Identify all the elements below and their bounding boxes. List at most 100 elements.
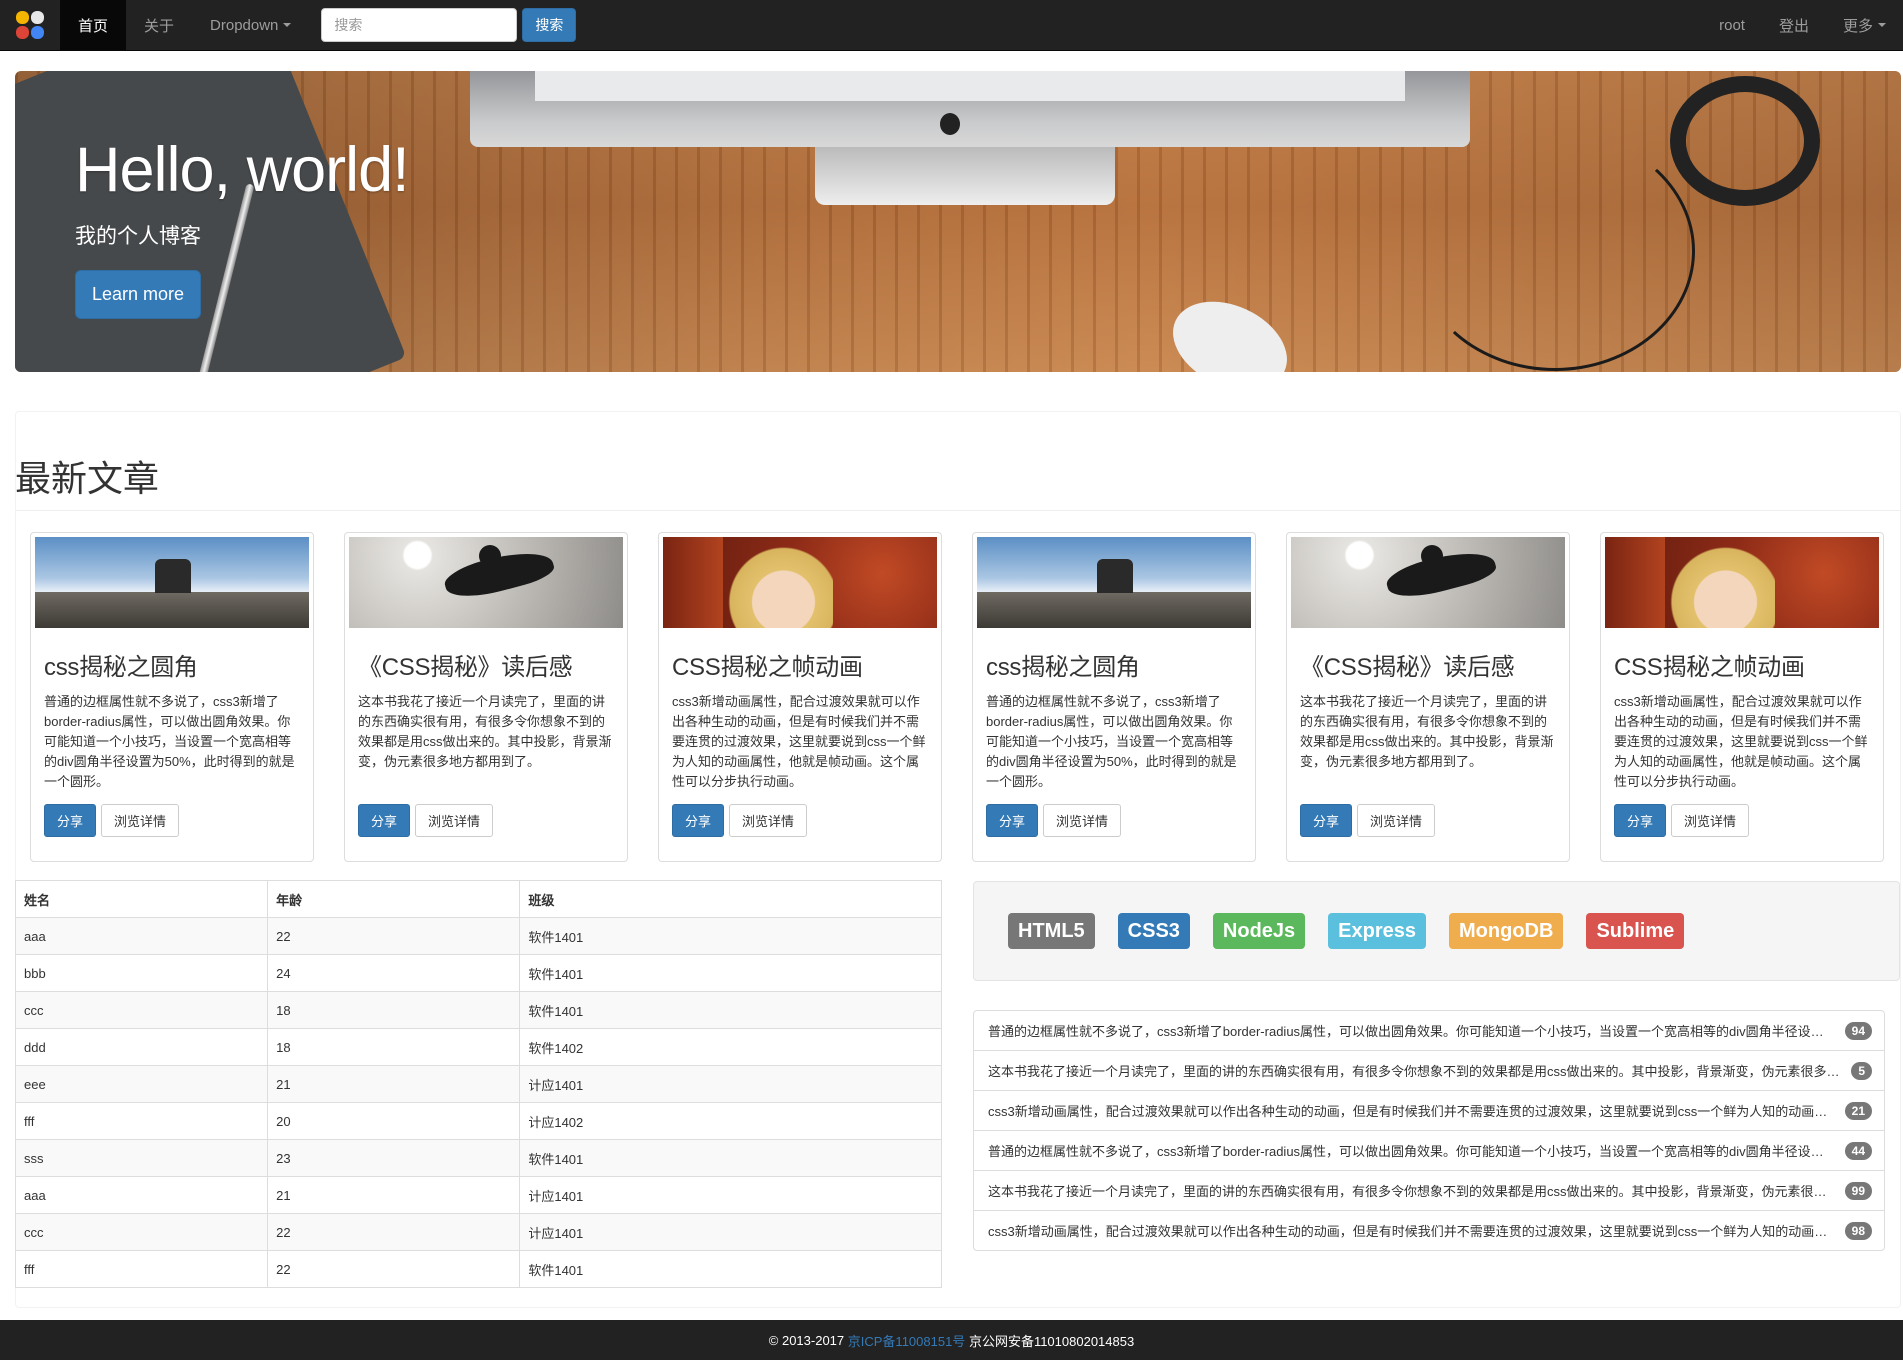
table-cell: fff bbox=[14, 1250, 269, 1288]
list-item[interactable]: 普通的边框属性就不多说了，css3新增了border-radius属性，可以做出… bbox=[973, 1130, 1885, 1171]
details-button[interactable]: 浏览详情 bbox=[1357, 804, 1436, 838]
table-row: sss 23 软件1401 bbox=[14, 1139, 942, 1177]
tag-label[interactable]: Sublime bbox=[1586, 913, 1685, 949]
nav-item-logout[interactable]: 登出 bbox=[1762, 0, 1826, 51]
article-card: 《CSS揭秘》读后感 这本书我花了接近一个月读完了，里面的讲的东西确实很有用，有… bbox=[344, 532, 628, 862]
details-button[interactable]: 浏览详情 bbox=[415, 804, 494, 838]
table-cell: 软件1402 bbox=[519, 1028, 942, 1066]
table-row: aaa 21 计应1401 bbox=[14, 1176, 942, 1214]
tag-label[interactable]: MongoDB bbox=[1449, 913, 1564, 949]
table-row: ccc 18 软件1401 bbox=[14, 991, 942, 1029]
article-card: CSS揭秘之帧动画 css3新增动画属性，配合过渡效果就可以作出各种生动的动画，… bbox=[1600, 532, 1884, 862]
nav-item-more[interactable]: 更多 bbox=[1826, 0, 1903, 51]
table-cell: 计应1401 bbox=[519, 1065, 942, 1103]
share-button[interactable]: 分享 bbox=[672, 804, 725, 838]
share-button[interactable]: 分享 bbox=[44, 804, 97, 838]
table-cell: ddd bbox=[14, 1028, 269, 1066]
search-button[interactable]: 搜索 bbox=[522, 8, 577, 42]
hero-title: Hello, world! bbox=[75, 135, 410, 205]
details-button[interactable]: 浏览详情 bbox=[1043, 804, 1122, 838]
share-button[interactable]: 分享 bbox=[358, 804, 411, 838]
table-row: aaa 22 软件1401 bbox=[14, 917, 942, 955]
icp-link[interactable]: 京ICP备11008151号 bbox=[848, 1331, 966, 1350]
share-button[interactable]: 分享 bbox=[1300, 804, 1353, 838]
article-list: 普通的边框属性就不多说了，css3新增了border-radius属性，可以做出… bbox=[973, 1010, 1885, 1251]
card-text: 普通的边框属性就不多说了，css3新增了border-radius属性，可以做出… bbox=[986, 694, 1237, 790]
table-row: fff 20 计应1402 bbox=[14, 1102, 942, 1140]
table-header-row: 姓名 年龄 班级 bbox=[14, 880, 942, 918]
table-cell: 计应1401 bbox=[519, 1213, 942, 1251]
footer: © 2013-2017 京ICP备11008151号 京公网安备11010802… bbox=[0, 1320, 1903, 1360]
table-cell: 软件1401 bbox=[519, 991, 942, 1029]
table-cell: 软件1401 bbox=[519, 917, 942, 955]
card-title: 《CSS揭秘》读后感 bbox=[1300, 654, 1515, 681]
search-form: 搜索 bbox=[321, 8, 577, 42]
tag-label[interactable]: CSS3 bbox=[1117, 913, 1190, 949]
table-cell: 22 bbox=[267, 1213, 521, 1251]
column-header-class: 班级 bbox=[519, 880, 942, 918]
nav-item-about[interactable]: 关于 bbox=[126, 0, 192, 51]
nav-right: root 登出 更多 bbox=[1702, 0, 1903, 51]
list-item-text: 这本书我花了接近一个月读完了，里面的讲的东西确实很有用，有很多令你想象不到的效果… bbox=[988, 1184, 1835, 1199]
learn-more-button[interactable]: Learn more bbox=[75, 270, 202, 319]
card-text: css3新增动画属性，配合过渡效果就可以作出各种生动的动画，但是有时候我们并不需… bbox=[1614, 694, 1868, 790]
table-cell: aaa bbox=[14, 917, 269, 955]
table-cell: 计应1402 bbox=[519, 1102, 942, 1140]
count-badge: 44 bbox=[1844, 1141, 1872, 1160]
list-item[interactable]: css3新增动画属性，配合过渡效果就可以作出各种生动的动画，但是有时候我们并不需… bbox=[973, 1210, 1885, 1251]
top-navbar: 首页 关于 Dropdown 搜索 root 登出 更多 bbox=[0, 0, 1903, 51]
dropdown-label: Dropdown bbox=[210, 16, 279, 34]
list-item[interactable]: 普通的边框属性就不多说了，css3新增了border-radius属性，可以做出… bbox=[973, 1010, 1885, 1051]
details-button[interactable]: 浏览详情 bbox=[1671, 804, 1750, 838]
card-text: css3新增动画属性，配合过渡效果就可以作出各种生动的动画，但是有时候我们并不需… bbox=[672, 694, 926, 790]
article-image bbox=[35, 537, 309, 628]
nav-item-user[interactable]: root bbox=[1702, 0, 1762, 51]
article-card: css揭秘之圆角 普通的边框属性就不多说了，css3新增了border-radi… bbox=[30, 532, 314, 862]
table-cell: ccc bbox=[14, 991, 269, 1029]
list-item[interactable]: css3新增动画属性，配合过渡效果就可以作出各种生动的动画，但是有时候我们并不需… bbox=[973, 1090, 1885, 1131]
more-label: 更多 bbox=[1842, 17, 1873, 35]
card-title: css揭秘之圆角 bbox=[44, 654, 198, 681]
details-button[interactable]: 浏览详情 bbox=[729, 804, 808, 838]
card-actions: 分享 浏览详情 bbox=[44, 804, 300, 838]
hero-subtitle: 我的个人博客 bbox=[75, 225, 201, 248]
card-title: CSS揭秘之帧动画 bbox=[1614, 654, 1805, 681]
table-cell: eee bbox=[14, 1065, 269, 1103]
table-cell: 18 bbox=[267, 991, 521, 1029]
search-input[interactable] bbox=[321, 8, 518, 42]
article-image bbox=[1291, 537, 1565, 628]
table-cell: 22 bbox=[267, 917, 521, 955]
tag-label[interactable]: NodeJs bbox=[1212, 913, 1306, 949]
card-actions: 分享 浏览详情 bbox=[1614, 804, 1870, 838]
card-title: CSS揭秘之帧动画 bbox=[672, 654, 863, 681]
table-row: fff 22 软件1401 bbox=[14, 1250, 942, 1288]
tag-label[interactable]: HTML5 bbox=[1008, 913, 1095, 949]
share-button[interactable]: 分享 bbox=[1614, 804, 1667, 838]
divider bbox=[15, 510, 1901, 511]
hero-banner: Hello, world! 我的个人博客 Learn more bbox=[15, 71, 1901, 372]
table-cell: 24 bbox=[267, 954, 521, 992]
table-cell: 软件1401 bbox=[519, 1139, 942, 1177]
mouse-graphic bbox=[1158, 284, 1302, 372]
police-record-text: 京公网安备11010802014853 bbox=[968, 1333, 1135, 1349]
tag-label[interactable]: Express bbox=[1328, 913, 1427, 949]
student-table: 姓名 年龄 班级 aaa 22 软件1401 bbb 24 软件1401 ccc 18 软件… bbox=[14, 880, 942, 1288]
table-cell: ccc bbox=[14, 1213, 269, 1251]
card-caption: CSS揭秘之帧动画 css3新增动画属性，配合过渡效果就可以作出各种生动的动画，… bbox=[663, 628, 937, 846]
table-cell: 计应1401 bbox=[519, 1176, 942, 1214]
monitor-stand-graphic bbox=[815, 147, 1115, 205]
share-button[interactable]: 分享 bbox=[986, 804, 1039, 838]
card-title: css揭秘之圆角 bbox=[986, 654, 1140, 681]
brand-logo-link[interactable] bbox=[0, 0, 60, 51]
cable-graphic bbox=[1415, 131, 1695, 371]
table-row: ddd 18 软件1402 bbox=[14, 1028, 942, 1066]
details-button[interactable]: 浏览详情 bbox=[101, 804, 180, 838]
list-item[interactable]: 这本书我花了接近一个月读完了，里面的讲的东西确实很有用，有很多令你想象不到的效果… bbox=[973, 1170, 1885, 1211]
caret-down-icon bbox=[1878, 23, 1886, 27]
count-badge: 94 bbox=[1844, 1021, 1872, 1040]
card-text: 这本书我花了接近一个月读完了，里面的讲的东西确实很有用，有很多令你想象不到的效果… bbox=[358, 694, 612, 770]
table-cell: 21 bbox=[267, 1176, 521, 1214]
list-item[interactable]: 这本书我花了接近一个月读完了，里面的讲的东西确实很有用，有很多令你想象不到的效果… bbox=[973, 1050, 1885, 1091]
nav-item-dropdown[interactable]: Dropdown bbox=[192, 0, 309, 51]
nav-item-home[interactable]: 首页 bbox=[60, 0, 127, 51]
